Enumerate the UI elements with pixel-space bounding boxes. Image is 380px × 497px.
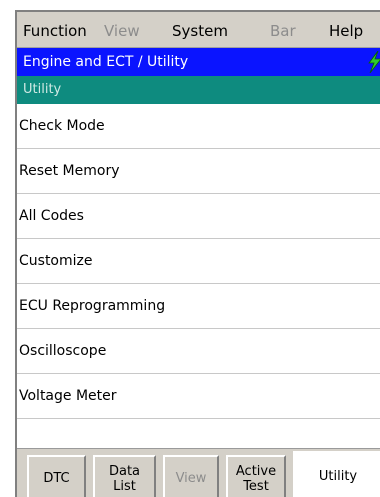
menu-bar-toggle: Bar bbox=[270, 22, 296, 40]
tab-dtc[interactable]: DTC bbox=[27, 455, 86, 497]
list-item-customize[interactable]: Customize bbox=[17, 239, 380, 284]
tab-dtc-label: DTC bbox=[43, 471, 70, 486]
menu-function[interactable]: Function bbox=[23, 20, 87, 42]
section-title: Utility bbox=[23, 82, 62, 97]
lightning-bolt-icon bbox=[368, 51, 380, 73]
list-item-check-mode[interactable]: Check Mode bbox=[17, 104, 380, 149]
menu-bar: Function View System Bar Help bbox=[17, 12, 380, 48]
list-item-all-codes[interactable]: All Codes bbox=[17, 194, 380, 239]
bottom-tab-bar: DTC Data List View Active Test Utility bbox=[17, 448, 380, 497]
screen-title: Engine and ECT / Utility bbox=[23, 54, 189, 70]
tab-data-list-label: Data List bbox=[108, 463, 141, 494]
tab-active-test[interactable]: Active Test bbox=[226, 455, 286, 497]
list-item-oscilloscope[interactable]: Oscilloscope bbox=[17, 329, 380, 374]
menu-view: View bbox=[104, 22, 140, 40]
utility-menu-list: Check Mode Reset Memory All Codes Custom… bbox=[17, 104, 380, 448]
screen-title-bar: Engine and ECT / Utility bbox=[17, 48, 380, 76]
tab-utility[interactable]: Utility bbox=[293, 451, 380, 497]
menu-help[interactable]: Help bbox=[329, 20, 363, 42]
list-item-reset-memory[interactable]: Reset Memory bbox=[17, 149, 380, 194]
tab-data-list[interactable]: Data List bbox=[93, 455, 156, 497]
tab-view-label: View bbox=[175, 471, 207, 486]
tab-view: View bbox=[163, 455, 219, 497]
list-item-voltage-meter[interactable]: Voltage Meter bbox=[17, 374, 380, 419]
diagnostic-app-window: Function View System Bar Help Engine and… bbox=[15, 10, 380, 497]
tab-active-test-label: Active Test bbox=[235, 463, 277, 494]
menu-system[interactable]: System bbox=[172, 20, 228, 42]
tab-utility-label: Utility bbox=[318, 469, 358, 484]
section-header: Utility bbox=[17, 76, 380, 104]
list-item-ecu-reprogramming[interactable]: ECU Reprogramming bbox=[17, 284, 380, 329]
